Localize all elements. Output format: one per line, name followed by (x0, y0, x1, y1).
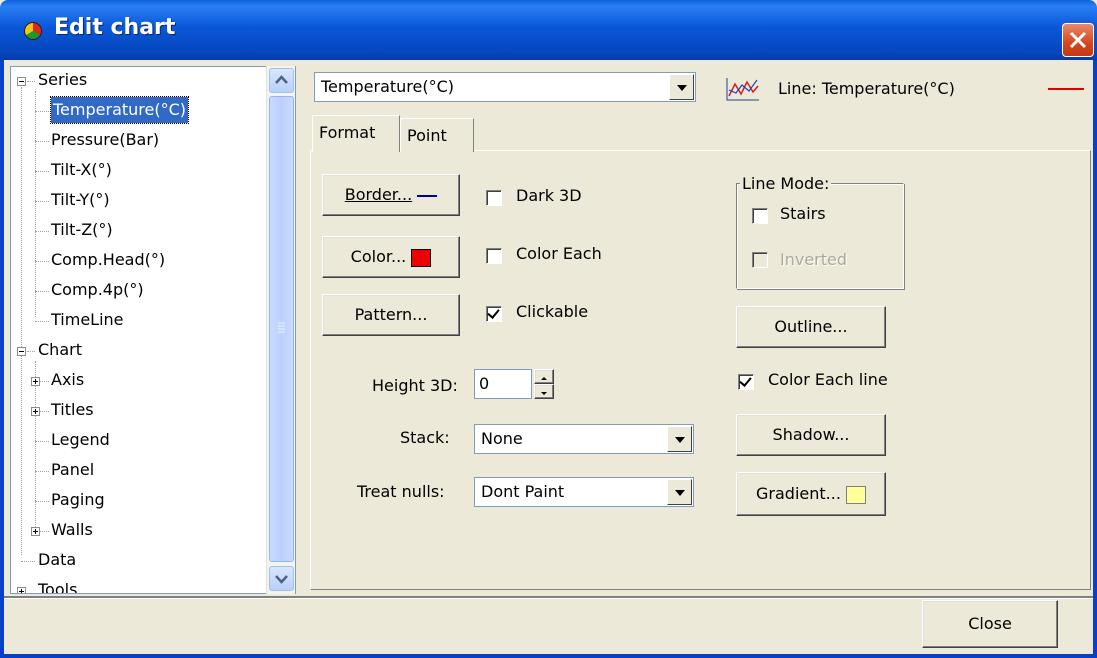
series-select[interactable]: Temperature(°C) (314, 72, 696, 102)
tree-node-data[interactable]: Data (38, 547, 76, 573)
gradient-swatch (846, 485, 866, 504)
color-each-checkbox[interactable] (486, 248, 502, 264)
chevron-up-icon (275, 75, 288, 84)
series-type-label: Line: Temperature(°C) (778, 79, 955, 98)
window-title: Edit chart (54, 15, 176, 40)
treat-nulls-value: Dont Paint (481, 482, 565, 501)
tab-format[interactable]: Format (312, 115, 400, 152)
border-line-swatch (417, 194, 438, 197)
dark3d-checkbox[interactable] (486, 190, 502, 206)
tree-expand-icon[interactable] (31, 407, 40, 416)
tree-node-chart-item[interactable]: Legend (51, 427, 110, 453)
tree-node-chart-item[interactable]: Panel (51, 457, 94, 483)
inverted-label: Inverted (780, 250, 848, 269)
tree-node-series-item[interactable]: Tilt-Z(°) (51, 217, 113, 243)
stairs-label: Stairs (780, 204, 826, 223)
pattern-button[interactable]: Pattern... (322, 294, 460, 336)
close-icon (1069, 31, 1087, 49)
tree-scrollbar[interactable] (266, 66, 295, 594)
tab-point[interactable]: Point (400, 118, 474, 152)
spin-up-button[interactable] (534, 369, 554, 384)
tree-node-chart-item[interactable]: Axis (51, 367, 84, 393)
series-select-value: Temperature(°C) (321, 77, 455, 96)
tree-expand-icon[interactable] (31, 377, 40, 386)
stack-value: None (481, 429, 523, 448)
line-mode-title: Line Mode: (740, 174, 832, 193)
height3d-spinner[interactable] (534, 369, 554, 399)
series-collapse-icon[interactable] (17, 77, 26, 86)
tree-node-series-item[interactable]: Tilt-Y(°) (51, 187, 110, 213)
stairs-checkbox[interactable] (752, 208, 768, 224)
close-button[interactable]: Close (922, 600, 1058, 648)
window-border-right (1093, 60, 1097, 658)
stack-select[interactable]: None (474, 424, 694, 454)
color-swatch (411, 248, 432, 267)
tree-node-tools[interactable]: Tools (38, 577, 77, 593)
chart-collapse-icon[interactable] (17, 347, 26, 356)
color-each-label: Color Each (516, 244, 602, 263)
gradient-button-label: Gradient... (756, 484, 841, 503)
shadow-button[interactable]: Shadow... (736, 414, 886, 456)
tree-node-series-item[interactable]: TimeLine (51, 307, 124, 333)
tree-node-series-item[interactable]: Comp.4p(°) (51, 277, 144, 303)
height3d-input[interactable]: 0 (474, 369, 532, 399)
grip-icon (278, 322, 285, 333)
tree-node-series[interactable]: Series (38, 67, 87, 93)
chevron-down-icon (275, 575, 288, 584)
color-button[interactable]: Color... (322, 236, 460, 278)
border-button[interactable]: Border... (322, 174, 460, 216)
spin-down-icon (541, 392, 547, 395)
line-mode-group (736, 183, 904, 289)
scroll-down-button[interactable] (269, 566, 294, 591)
tools-expand-icon[interactable] (17, 587, 26, 593)
tree-node-series-item[interactable]: Tilt-X(°) (51, 157, 112, 183)
scroll-up-button[interactable] (269, 68, 294, 93)
chart-app-icon (24, 22, 42, 40)
window-border-left (0, 60, 4, 658)
clickable-label: Clickable (516, 302, 589, 321)
dropdown-arrow-icon[interactable] (667, 479, 692, 505)
treat-nulls-label: Treat nulls: (357, 482, 445, 501)
clickable-checkbox[interactable] (486, 306, 502, 322)
tree-node-chart-item[interactable]: Paging (51, 487, 105, 513)
border-button-label: Border... (344, 185, 413, 204)
inverted-checkbox[interactable] (752, 252, 768, 268)
dark3d-label: Dark 3D (516, 186, 582, 205)
tree-node-series-item[interactable]: Temperature(°C) (49, 96, 190, 124)
tree-node-series-item[interactable]: Comp.Head(°) (51, 247, 165, 273)
tree-expand-icon[interactable] (31, 527, 40, 536)
color-each-line-label: Color Each line (768, 370, 888, 389)
tree-node-chart-item[interactable]: Walls (51, 517, 93, 543)
dropdown-arrow-icon[interactable] (667, 426, 692, 452)
treat-nulls-select[interactable]: Dont Paint (474, 477, 694, 507)
tree-node-chart-item[interactable]: Titles (51, 397, 94, 423)
spin-down-button[interactable] (534, 384, 554, 399)
close-window-button[interactable] (1062, 23, 1094, 57)
dropdown-arrow-icon[interactable] (669, 74, 694, 100)
height3d-value: 0 (479, 374, 490, 393)
color-button-label: Color... (350, 247, 407, 266)
gradient-button[interactable]: Gradient... (736, 472, 886, 516)
settings-tree[interactable]: Series Temperature(°C) Pressure(Bar) Tilt-… (10, 66, 296, 594)
tree-node-series-item[interactable]: Pressure(Bar) (51, 127, 159, 153)
line-series-icon (726, 78, 759, 101)
outline-button[interactable]: Outline... (736, 306, 886, 348)
stack-label: Stack: (400, 428, 450, 447)
scroll-thumb[interactable] (269, 96, 294, 562)
format-tab-panel (310, 150, 1091, 590)
tree-node-chart[interactable]: Chart (38, 337, 82, 363)
color-each-line-checkbox[interactable] (738, 374, 754, 390)
series-color-line (1048, 88, 1084, 90)
height3d-label: Height 3D: (372, 376, 458, 395)
